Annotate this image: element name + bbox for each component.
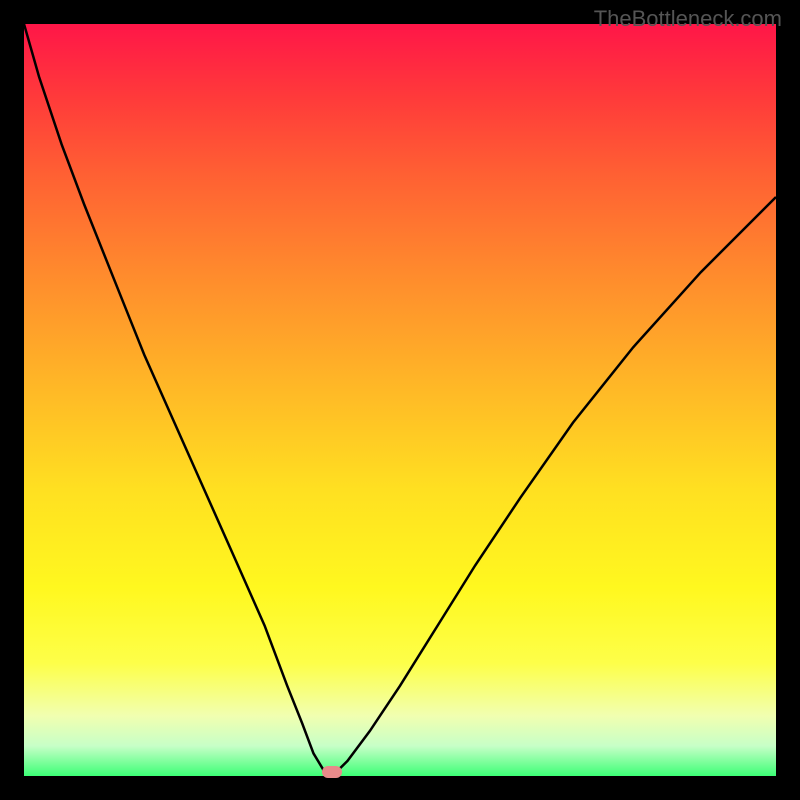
- watermark-text: TheBottleneck.com: [594, 6, 782, 32]
- chart-plot-area: [24, 24, 776, 776]
- bottleneck-curve: [24, 24, 776, 776]
- optimum-marker: [322, 766, 342, 778]
